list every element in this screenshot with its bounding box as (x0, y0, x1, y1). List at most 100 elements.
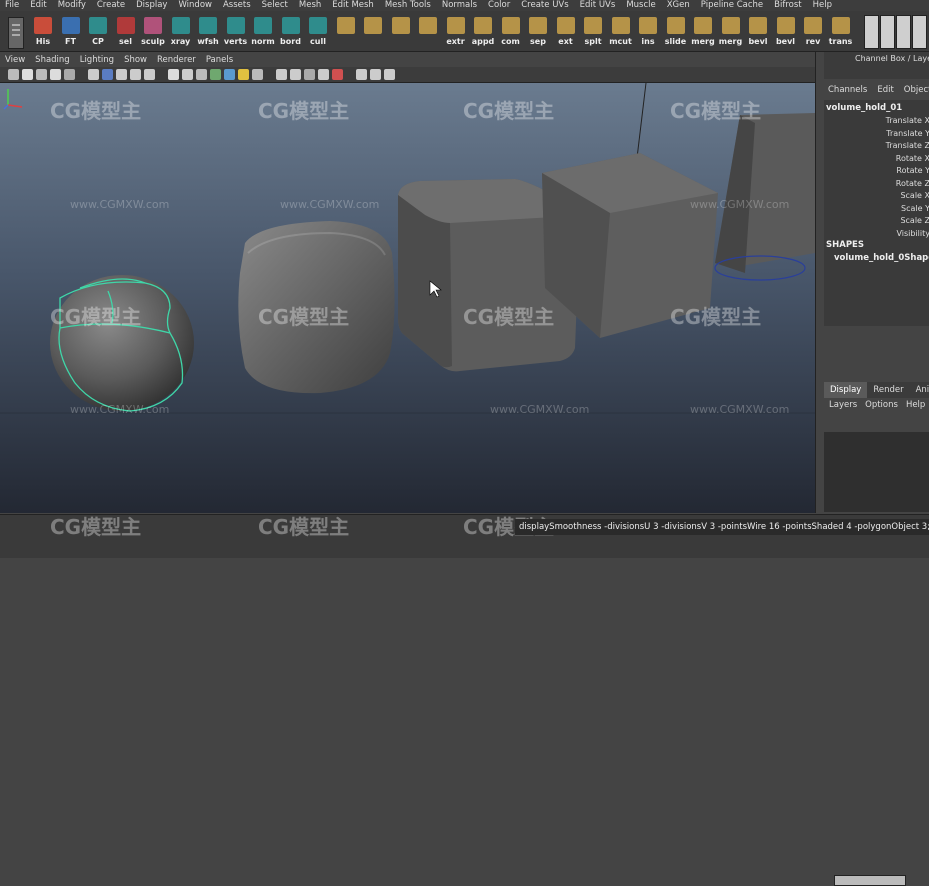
layer-menu-layers[interactable]: Layers (829, 400, 857, 410)
viewport-tool-button[interactable] (50, 69, 61, 80)
viewport-tool-button[interactable] (64, 69, 75, 80)
shape-node-name[interactable]: volume_hold_0Shape1 (834, 253, 929, 263)
shelf-tool-merg-button[interactable]: merg (719, 15, 743, 49)
channel-box-menu-object[interactable]: Object (904, 85, 929, 95)
viewport-tool-button[interactable] (88, 69, 99, 80)
viewport-tool-button[interactable] (182, 69, 193, 80)
menu-help[interactable]: Help (808, 0, 838, 11)
viewport[interactable]: CG模型主 CG模型主 CG模型主 CG模型主 www.CGMXW.com ww… (0, 83, 815, 513)
layer-tab-anim[interactable]: Anim (910, 382, 929, 398)
viewport-tool-button[interactable] (332, 69, 343, 80)
shelf-toggle-button[interactable] (8, 17, 24, 49)
viewport-tool-button[interactable] (168, 69, 179, 80)
channel-attribute[interactable]: Translate X (886, 116, 929, 125)
horizontal-scrollbar[interactable] (834, 875, 906, 886)
layer-tab-render[interactable]: Render (867, 382, 909, 398)
viewport-tool-button[interactable] (224, 69, 235, 80)
layout-outliner-button[interactable] (912, 15, 927, 49)
viewport-tool-button[interactable] (8, 69, 19, 80)
menu-assets[interactable]: Assets (218, 0, 257, 11)
menu-normals[interactable]: Normals (437, 0, 483, 11)
shelf-tool-icon-button[interactable] (389, 15, 413, 49)
channel-attribute[interactable]: Rotate Z (896, 179, 929, 188)
viewport-tool-button[interactable] (102, 69, 113, 80)
layer-list[interactable] (824, 432, 929, 886)
viewport-tool-button[interactable] (36, 69, 47, 80)
shelf-tool-merg-button[interactable]: merg (691, 15, 715, 49)
layer-menu-help[interactable]: Help (906, 400, 925, 410)
shelf-tool-sel-button[interactable]: sel (114, 15, 138, 49)
menu-bifrost[interactable]: Bifrost (769, 0, 807, 11)
viewport-tool-button[interactable] (290, 69, 301, 80)
menu-muscle[interactable]: Muscle (621, 0, 661, 11)
menu-select[interactable]: Select (257, 0, 294, 11)
shelf-tool-verts-button[interactable]: verts (224, 15, 248, 49)
panel-menu-view[interactable]: View (0, 55, 30, 65)
viewport-tool-button[interactable] (304, 69, 315, 80)
shelf-tool-ins-button[interactable]: ins (636, 15, 660, 49)
channel-attribute[interactable]: Rotate Y (896, 166, 929, 175)
channel-attribute[interactable]: Scale Y (901, 204, 929, 213)
shelf-tool-bord-button[interactable]: bord (279, 15, 303, 49)
shelf-tool-splt-button[interactable]: splt (581, 15, 605, 49)
shelf-tool-wfsh-button[interactable]: wfsh (196, 15, 220, 49)
menu-edit-uvs[interactable]: Edit UVs (575, 0, 622, 11)
shelf-tool-cull-button[interactable]: cull (306, 15, 330, 49)
channel-attribute[interactable]: Scale X (900, 191, 929, 200)
layer-menu-options[interactable]: Options (865, 400, 898, 410)
viewport-tool-button[interactable] (356, 69, 367, 80)
shelf-tool-icon-button[interactable] (334, 15, 358, 49)
menu-edit[interactable]: Edit (25, 0, 52, 11)
menu-edit-mesh[interactable]: Edit Mesh (327, 0, 380, 11)
shelf-tool-sculp-button[interactable]: sculp (141, 15, 165, 49)
viewport-tool-button[interactable] (116, 69, 127, 80)
shelf-tool-norm-button[interactable]: norm (251, 15, 275, 49)
shelf-tool-sep-button[interactable]: sep (526, 15, 550, 49)
viewport-tool-button[interactable] (130, 69, 141, 80)
layout-single-button[interactable] (864, 15, 879, 49)
command-feedback-field[interactable]: displaySmoothness -divisionsU 3 -divisio… (515, 519, 929, 535)
menu-create-uvs[interactable]: Create UVs (516, 0, 574, 11)
shelf-tool-com-button[interactable]: com (499, 15, 523, 49)
shelf-tool-icon-button[interactable] (361, 15, 385, 49)
channel-box-menu-edit[interactable]: Edit (877, 85, 893, 95)
viewport-tool-button[interactable] (384, 69, 395, 80)
viewport-tool-button[interactable] (370, 69, 381, 80)
panel-menu-show[interactable]: Show (119, 55, 152, 65)
shelf-tool-CP-button[interactable]: CP (86, 15, 110, 49)
channel-attribute[interactable]: Translate Y (886, 129, 929, 138)
panel-menu-renderer[interactable]: Renderer (152, 55, 201, 65)
channel-attribute[interactable]: Translate Z (886, 141, 929, 150)
shelf-tool-icon-button[interactable] (416, 15, 440, 49)
channel-box-menu-channels[interactable]: Channels (828, 85, 867, 95)
menu-pipeline-cache[interactable]: Pipeline Cache (696, 0, 769, 11)
viewport-tool-button[interactable] (144, 69, 155, 80)
menu-xgen[interactable]: XGen (662, 0, 696, 11)
channel-attribute[interactable]: Visibility (896, 229, 929, 238)
menu-mesh[interactable]: Mesh (294, 0, 327, 11)
menu-file[interactable]: File (0, 0, 25, 11)
menu-modify[interactable]: Modify (53, 0, 92, 11)
shelf-tool-bevl-button[interactable]: bevl (774, 15, 798, 49)
menu-window[interactable]: Window (173, 0, 218, 11)
menu-mesh-tools[interactable]: Mesh Tools (380, 0, 437, 11)
viewport-tool-button[interactable] (276, 69, 287, 80)
viewport-tool-button[interactable] (238, 69, 249, 80)
shelf-tool-mcut-button[interactable]: mcut (609, 15, 633, 49)
shelf-tool-His-button[interactable]: His (31, 15, 55, 49)
viewport-tool-button[interactable] (318, 69, 329, 80)
shelf-tool-xray-button[interactable]: xray (169, 15, 193, 49)
shelf-tool-ext-button[interactable]: ext (554, 15, 578, 49)
menu-display[interactable]: Display (131, 0, 173, 11)
shelf-tool-appd-button[interactable]: appd (471, 15, 495, 49)
panel-menu-shading[interactable]: Shading (30, 55, 75, 65)
layout-quad-button[interactable] (880, 15, 895, 49)
panel-menu-lighting[interactable]: Lighting (75, 55, 119, 65)
selected-object-name[interactable]: volume_hold_01 (826, 103, 902, 113)
channel-attribute[interactable]: Scale Z (900, 216, 929, 225)
viewport-tool-button[interactable] (210, 69, 221, 80)
shelf-tool-bevl-button[interactable]: bevl (746, 15, 770, 49)
viewport-tool-button[interactable] (22, 69, 33, 80)
shelf-tool-slide-button[interactable]: slide (664, 15, 688, 49)
viewport-tool-button[interactable] (196, 69, 207, 80)
